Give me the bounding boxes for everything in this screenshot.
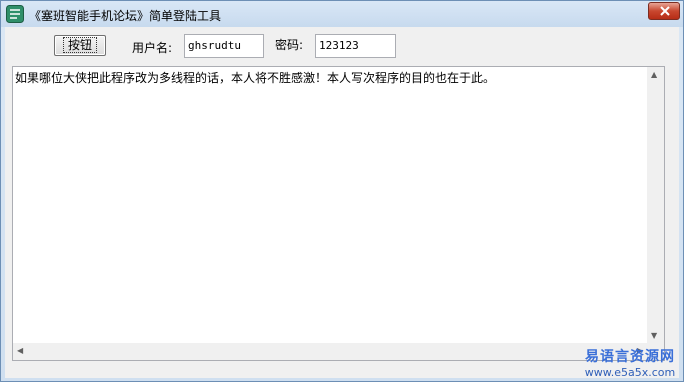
close-button[interactable] [648,2,680,20]
username-label: 用户名: [132,41,173,55]
scroll-down-icon[interactable]: ▼ [651,332,657,340]
watermark-url: www.e5a5x.com [584,366,676,379]
app-icon [6,5,24,23]
username-input[interactable]: ghsrudtu [184,34,264,58]
output-text: 如果哪位大侠把此程序改为多线程的话，本人将不胜感激！本人写次程序的目的也在于此。 [15,71,496,85]
password-label: 密码: [275,38,304,52]
action-button[interactable]: 按钮 [54,35,106,56]
output-textarea[interactable]: 如果哪位大侠把此程序改为多线程的话，本人将不胜感激！本人写次程序的目的也在于此。… [12,66,665,361]
window-title: 《塞班智能手机论坛》简单登陆工具 [29,9,222,23]
horizontal-scrollbar[interactable]: ◀ ▶ [13,342,647,360]
vertical-scrollbar[interactable]: ▲ ▼ [646,67,664,344]
title-bar[interactable]: 《塞班智能手机论坛》简单登陆工具 [1,1,683,27]
client-area: 按钮 用户名: ghsrudtu 密码: 123123 如果哪位大侠把此程序改为… [5,27,679,378]
app-window: 《塞班智能手机论坛》简单登陆工具 按钮 用户名: ghsrudtu 密码: 12… [0,0,684,382]
password-input[interactable]: 123123 [315,34,396,58]
action-button-label: 按钮 [62,37,97,53]
close-icon [660,6,670,16]
watermark-title: 易语言资源网 [585,349,675,365]
scroll-left-icon[interactable]: ◀ [17,347,23,355]
watermark: 易语言资源网 www.e5a5x.com [575,346,684,379]
scroll-up-icon[interactable]: ▲ [651,71,657,79]
